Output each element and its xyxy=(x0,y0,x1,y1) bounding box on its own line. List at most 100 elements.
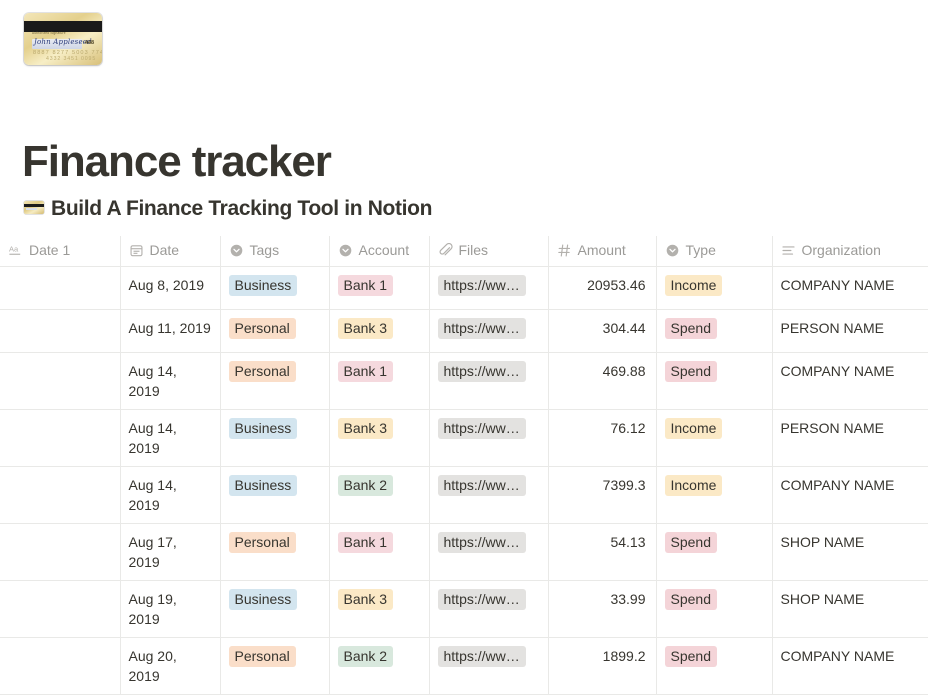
cell-date-1[interactable] xyxy=(0,637,121,695)
cell-date-1[interactable] xyxy=(0,523,121,581)
table-row[interactable]: Aug 11, 2019 Personal Bank 3 https://ww… 304… xyxy=(0,309,928,353)
cell-files[interactable]: https://ww… xyxy=(429,309,549,353)
column-header-date-1[interactable]: Aa Date 1 xyxy=(0,236,121,267)
cell-account[interactable]: Bank 2 xyxy=(329,466,430,524)
column-header-amount[interactable]: Amount xyxy=(548,236,657,267)
cell-type[interactable]: Income xyxy=(656,466,773,524)
cell-date-1[interactable] xyxy=(0,352,121,410)
table-row[interactable]: Aug 19, 2019 Business Bank 3 https://ww… 33.… xyxy=(0,580,928,638)
cell-amount[interactable]: 469.88 xyxy=(548,352,657,410)
file-chip[interactable]: https://ww… xyxy=(437,360,526,382)
page-title[interactable]: Finance tracker xyxy=(22,140,332,184)
cell-files[interactable]: https://ww… xyxy=(429,523,549,581)
table-row[interactable]: Aug 14, 2019 Personal Bank 1 https://ww… 469… xyxy=(0,352,928,410)
cell-amount[interactable]: 54.13 xyxy=(548,523,657,581)
table-row[interactable]: Aug 14, 2019 Business Bank 2 https://ww… 739… xyxy=(0,466,928,524)
account-pill: Bank 2 xyxy=(337,645,394,667)
amount-value: 1899.2 xyxy=(602,647,646,664)
cell-organization[interactable]: PERSON NAME xyxy=(772,409,928,467)
table-row[interactable]: Aug 14, 2019 Business Bank 3 https://ww… 76.… xyxy=(0,409,928,467)
cell-tags[interactable]: Business xyxy=(220,266,330,310)
cell-type[interactable]: Spend xyxy=(656,523,773,581)
cell-account[interactable]: Bank 3 xyxy=(329,580,430,638)
cell-account[interactable]: Bank 1 xyxy=(329,266,430,310)
cell-tags[interactable]: Personal xyxy=(220,352,330,410)
table-row[interactable]: Aug 20, 2019 Personal Bank 2 https://ww… 189… xyxy=(0,637,928,695)
account-pill: Bank 2 xyxy=(337,474,394,496)
cell-files[interactable]: https://ww… xyxy=(429,637,549,695)
file-chip[interactable]: https://ww… xyxy=(437,588,526,610)
cell-type[interactable]: Spend xyxy=(656,580,773,638)
cell-amount[interactable]: 33.99 xyxy=(548,580,657,638)
cell-files[interactable]: https://ww… xyxy=(429,466,549,524)
cell-tags[interactable]: Business xyxy=(220,580,330,638)
file-chip[interactable]: https://ww… xyxy=(437,317,526,339)
cell-tags[interactable]: Business xyxy=(220,409,330,467)
cell-tags[interactable]: Personal xyxy=(220,637,330,695)
cell-organization[interactable]: COMPANY NAME xyxy=(772,466,928,524)
cell-date[interactable]: Aug 14, 2019 xyxy=(120,352,221,410)
cell-type[interactable]: Spend xyxy=(656,309,773,353)
cell-date-1[interactable] xyxy=(0,309,121,353)
cell-organization[interactable]: PERSON NAME xyxy=(772,309,928,353)
cell-tags[interactable]: Personal xyxy=(220,309,330,353)
cell-files[interactable]: https://ww… xyxy=(429,266,549,310)
table-row[interactable]: Aug 17, 2019 Personal Bank 1 https://ww… 54.… xyxy=(0,523,928,581)
cell-account[interactable]: Bank 3 xyxy=(329,309,430,353)
cell-account[interactable]: Bank 3 xyxy=(329,409,430,467)
cell-type[interactable]: Income xyxy=(656,409,773,467)
cell-organization[interactable]: COMPANY NAME xyxy=(772,266,928,310)
cell-tags[interactable]: Personal xyxy=(220,523,330,581)
cell-date[interactable]: Aug 14, 2019 xyxy=(120,409,221,467)
cell-files[interactable]: https://ww… xyxy=(429,409,549,467)
column-header-type[interactable]: Type xyxy=(656,236,773,267)
column-header-account[interactable]: Account xyxy=(329,236,430,267)
cell-tags[interactable]: Business xyxy=(220,466,330,524)
cell-organization[interactable]: SHOP NAME xyxy=(772,580,928,638)
cell-date[interactable]: Aug 8, 2019 xyxy=(120,266,221,310)
amount-value: 469.88 xyxy=(602,362,646,379)
cell-date[interactable]: Aug 20, 2019 xyxy=(120,637,221,695)
cell-date[interactable]: Aug 14, 2019 xyxy=(120,466,221,524)
cell-account[interactable]: Bank 1 xyxy=(329,352,430,410)
cell-account[interactable]: Bank 2 xyxy=(329,637,430,695)
tag-pill: Business xyxy=(228,417,298,439)
cell-amount[interactable]: 304.44 xyxy=(548,309,657,353)
cell-type[interactable]: Spend xyxy=(656,352,773,410)
cell-amount[interactable]: 20953.46 xyxy=(548,266,657,310)
file-chip[interactable]: https://ww… xyxy=(437,531,526,553)
cell-amount[interactable]: 1899.2 xyxy=(548,637,657,695)
cell-date-1[interactable] xyxy=(0,266,121,310)
cell-date-1[interactable] xyxy=(0,409,121,467)
cell-type[interactable]: Income xyxy=(656,266,773,310)
cell-date[interactable]: Aug 19, 2019 xyxy=(120,580,221,638)
cell-files[interactable]: https://ww… xyxy=(429,352,549,410)
date-value: Aug 19, 2019 xyxy=(128,590,177,627)
cell-date-1[interactable] xyxy=(0,466,121,524)
file-chip[interactable]: https://ww… xyxy=(437,274,526,296)
table-header: Aa Date 1 Date Tags Account Files Amount… xyxy=(0,236,928,267)
cell-date-1[interactable] xyxy=(0,580,121,638)
file-chip[interactable]: https://ww… xyxy=(437,474,526,496)
page-icon-credit-card[interactable]: Authorized Signature John Appleseed 448 … xyxy=(24,13,102,65)
cell-organization[interactable]: COMPANY NAME xyxy=(772,637,928,695)
cell-amount[interactable]: 76.12 xyxy=(548,409,657,467)
column-header-tags[interactable]: Tags xyxy=(220,236,330,267)
cell-account[interactable]: Bank 1 xyxy=(329,523,430,581)
column-header-date[interactable]: Date xyxy=(120,236,221,267)
cell-organization[interactable]: SHOP NAME xyxy=(772,523,928,581)
column-header-organization[interactable]: Organization xyxy=(772,236,928,267)
file-chip[interactable]: https://ww… xyxy=(437,417,526,439)
cell-type[interactable]: Spend xyxy=(656,637,773,695)
section-heading[interactable]: Build A Finance Tracking Tool in Notion xyxy=(24,198,432,219)
table-row[interactable]: Aug 8, 2019 Business Bank 1 https://ww… 2095… xyxy=(0,266,928,310)
date-value: Aug 11, 2019 xyxy=(128,319,211,336)
column-header-files[interactable]: Files xyxy=(429,236,549,267)
file-chip[interactable]: https://ww… xyxy=(437,645,526,667)
cell-date[interactable]: Aug 11, 2019 xyxy=(120,309,221,353)
cell-date[interactable]: Aug 17, 2019 xyxy=(120,523,221,581)
cell-organization[interactable]: COMPANY NAME xyxy=(772,352,928,410)
cell-files[interactable]: https://ww… xyxy=(429,580,549,638)
date-value: Aug 14, 2019 xyxy=(128,476,177,513)
cell-amount[interactable]: 7399.3 xyxy=(548,466,657,524)
